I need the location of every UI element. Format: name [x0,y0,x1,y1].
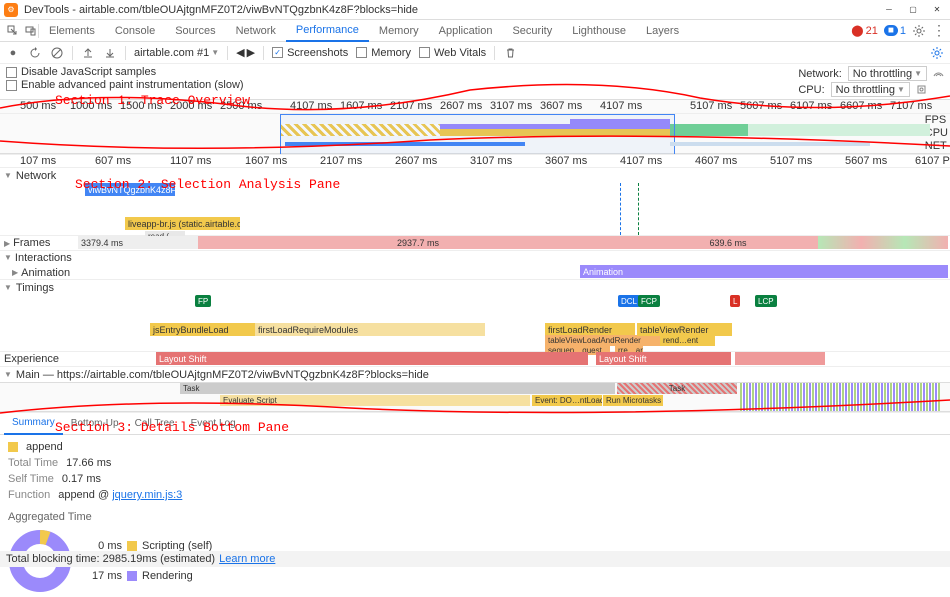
tab-console[interactable]: Console [105,20,165,42]
tab-sources[interactable]: Sources [165,20,225,42]
advanced-paint-checkbox[interactable]: Enable advanced paint instrumentation (s… [6,79,786,91]
tab-network[interactable]: Network [226,20,286,42]
reload-record-button[interactable] [28,46,42,60]
window-title: DevTools - airtable.com/tbleOUAjtgnMFZ0T… [24,4,418,16]
history-nav[interactable]: ◀▶ [236,46,255,59]
window-titlebar: ⚙ DevTools - airtable.com/tbleOUAjtgnMFZ… [0,0,950,20]
marker-fcp[interactable]: FCP [638,295,660,307]
tab-elements[interactable]: Elements [39,20,105,42]
disable-js-samples-checkbox[interactable]: Disable JavaScript samples [6,66,786,78]
perf-toolbar: ● airtable.com #1▼ ◀▶ Screenshots Memory… [0,42,950,64]
event-name: append [26,441,63,453]
maximize-button[interactable]: ▢ [904,3,922,17]
network-throttle-select[interactable]: No throttling▼ [848,66,927,81]
tab-security[interactable]: Security [502,20,562,42]
memory-checkbox[interactable]: Memory [356,47,411,59]
webvitals-checkbox[interactable]: Web Vitals [419,47,486,59]
flamechart-ruler: 107 ms 607 ms 1107 ms 1607 ms 2107 ms 26… [0,154,950,168]
message-badge[interactable]: ■1 [884,25,906,37]
tab-lighthouse[interactable]: Lighthouse [562,20,636,42]
garbage-collect-button[interactable] [503,46,517,60]
hw-concurrency-icon[interactable] [916,84,927,95]
minimize-button[interactable]: ─ [880,3,898,17]
annotation-section-2: Section 2: Selection Analysis Pane [75,177,340,192]
marker-fp[interactable]: FP [195,295,211,307]
cpu-throttle-select[interactable]: No throttling▼ [831,82,910,97]
annotation-section-3: Section 3: Details Bottom Pane [55,420,289,435]
interactions-track: ▼Interactions ▶Animation Animation [0,251,950,280]
panel-tabbar: Elements Console Sources Network Perform… [0,20,950,42]
load-button[interactable] [81,46,95,60]
profile-selector[interactable]: airtable.com #1▼ [134,47,219,59]
record-button[interactable]: ● [6,46,20,60]
clear-button[interactable] [50,46,64,60]
inspect-icon[interactable] [6,24,20,38]
error-badge[interactable]: ⬤21 [851,24,878,37]
details-tab-summary[interactable]: Summary [4,413,63,435]
devtools-icon: ⚙ [4,3,18,17]
device-icon[interactable] [24,24,38,38]
screenshots-checkbox[interactable]: Screenshots [272,47,348,59]
learn-more-link[interactable]: Learn more [219,553,275,565]
network-conditions-icon[interactable] [933,68,944,79]
frames-track: ▶Frames 3379.4 ms 2937.7 ms 639.6 ms [0,236,950,251]
network-request-bar[interactable]: liveapp-br.js (static.airtable.com) [125,217,240,230]
close-button[interactable]: ✕ [928,3,946,17]
marker-lcp[interactable]: LCP [755,295,777,307]
perf-settings-icon[interactable] [930,46,944,60]
settings-icon[interactable] [912,24,926,38]
statusbar: Total blocking time: 2985.19ms (estimate… [0,551,950,567]
tab-application[interactable]: Application [429,20,503,42]
overview-label-net: NET [925,140,948,152]
tab-memory[interactable]: Memory [369,20,429,42]
marker-l[interactable]: L [730,295,740,307]
cpu-throttle-label: CPU: [798,84,824,96]
source-link[interactable]: jquery.min.js:3 [112,489,182,501]
main-track: ▼Main — https://airtable.com/tbleOUAjtgn… [0,367,950,413]
timings-track: ▼Timings FP DCL FCP L LCP jsEntryBundleL… [0,280,950,352]
tab-performance[interactable]: Performance [286,20,369,42]
kebab-icon[interactable]: ⋮ [932,22,946,39]
aggregated-heading: Aggregated Time [8,511,942,523]
details-summary: append Total Time17.66 ms Self Time0.17 … [0,435,950,597]
network-throttle-label: Network: [798,68,841,80]
experience-track: Experience Layout Shift Layout Shift [0,352,950,367]
tab-layers[interactable]: Layers [636,20,689,42]
marker-dcl[interactable]: DCL [618,295,640,307]
save-button[interactable] [103,46,117,60]
annotation-section-1: Section 1: Trace Overview [55,93,250,108]
